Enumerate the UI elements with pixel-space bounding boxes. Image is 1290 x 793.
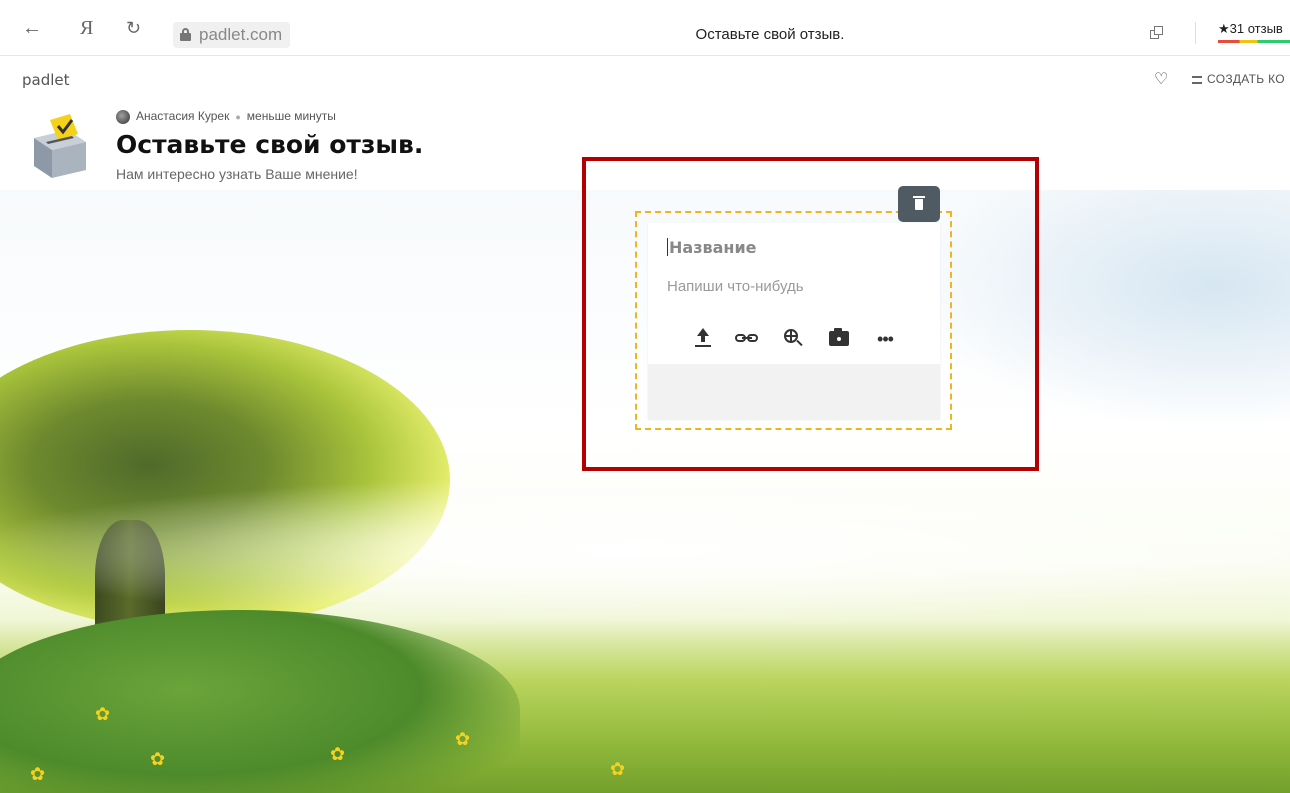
- address-bar[interactable]: padlet.com: [173, 22, 291, 48]
- separator-dot: ●: [235, 111, 241, 122]
- board-header: Анастасия Курек ● меньше минуты Оставьте с…: [28, 108, 448, 188]
- flower-decor: ✿: [150, 749, 166, 769]
- avatar[interactable]: [116, 109, 130, 124]
- url-text: padlet.com: [199, 25, 283, 44]
- camera-icon[interactable]: [826, 326, 852, 352]
- author-line: Анастасия Курек ● меньше минуты: [116, 109, 336, 124]
- flower-decor: ✿: [610, 759, 626, 779]
- attachment-toolbar: •••: [690, 326, 910, 354]
- mist: [0, 480, 1290, 620]
- ballot-box-icon: [34, 114, 86, 178]
- search-web-icon[interactable]: [780, 326, 806, 352]
- heart-icon[interactable]: ♡: [1154, 69, 1168, 89]
- back-arrow-icon[interactable]: ←: [22, 18, 42, 38]
- yandex-logo-icon[interactable]: Я: [80, 18, 93, 38]
- composer-footer: [648, 364, 940, 419]
- post-title-input[interactable]: Название: [667, 238, 927, 260]
- board-title: Оставьте свой отзыв.: [116, 130, 424, 159]
- post-body-input[interactable]: Напиши что-нибудь: [667, 278, 927, 295]
- more-options-icon[interactable]: •••: [872, 326, 898, 352]
- flower-decor: ✿: [95, 704, 111, 724]
- flower-decor: ✿: [330, 744, 346, 764]
- padlet-logo[interactable]: padlet: [22, 71, 70, 89]
- page-tab-title: Оставьте свой отзыв.: [695, 26, 845, 43]
- reviews-badge[interactable]: ★31 отзыв: [1218, 21, 1283, 37]
- board-description: Нам интересно узнать Ваше мнение!: [116, 166, 358, 182]
- padlet-header: padlet ♡ СОЗДАТЬ КО: [0, 57, 1290, 103]
- upload-icon[interactable]: [690, 326, 716, 352]
- toolbar-divider: [1195, 22, 1196, 44]
- flower-decor: ✿: [455, 729, 471, 749]
- trash-icon: [913, 196, 925, 210]
- author-name: Анастасия Курек: [136, 109, 230, 123]
- delete-post-button[interactable]: [898, 186, 940, 222]
- post-title-placeholder: Название: [669, 238, 757, 257]
- reload-icon[interactable]: ↻: [126, 18, 141, 38]
- remake-button[interactable]: СОЗДАТЬ КО: [1192, 72, 1285, 86]
- text-caret: [667, 238, 668, 256]
- link-icon[interactable]: [734, 326, 760, 352]
- tabs-icon[interactable]: [1150, 26, 1164, 40]
- flower-decor: ✿: [30, 764, 46, 784]
- rating-bar: [1218, 40, 1290, 43]
- lock-icon: [180, 28, 191, 41]
- time-ago: меньше минуты: [246, 109, 336, 123]
- remake-icon: [1192, 75, 1202, 84]
- remake-label: СОЗДАТЬ КО: [1207, 72, 1285, 86]
- browser-toolbar: ← Я ↻ padlet.com Оставьте свой отзыв. ★3…: [0, 0, 1290, 56]
